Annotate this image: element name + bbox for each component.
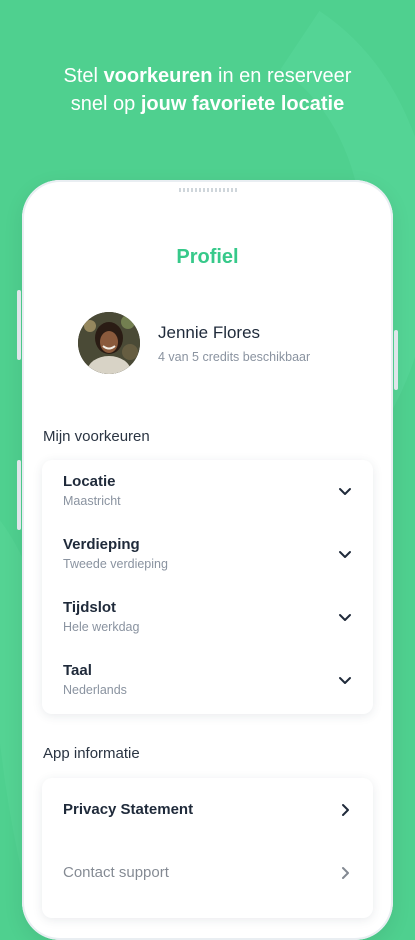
- preference-row-floor[interactable]: Verdieping Tweede verdieping: [42, 523, 373, 585]
- chevron-right-icon: [342, 867, 349, 879]
- preference-row-location[interactable]: Locatie Maastricht: [42, 460, 373, 522]
- promo-headline: Stel voorkeuren in en reserveer snel op …: [63, 65, 352, 115]
- avatar[interactable]: [78, 312, 140, 374]
- row-title: Contact support: [63, 864, 169, 881]
- privacy-statement-row[interactable]: Privacy Statement: [42, 778, 373, 840]
- page-title: Profiel: [176, 246, 239, 268]
- app-info-card: Privacy Statement Contact support: [42, 778, 373, 918]
- row-title: Tijdslot: [63, 599, 117, 616]
- contact-support-row[interactable]: Contact support: [42, 841, 373, 903]
- row-title: Privacy Statement: [63, 801, 194, 818]
- row-value: Hele werkdag: [63, 620, 140, 634]
- row-title: Locatie: [63, 473, 116, 490]
- section-label-preferences: Mijn voorkeuren: [43, 428, 150, 445]
- row-title: Verdieping: [63, 536, 140, 553]
- row-value: Nederlands: [63, 683, 127, 697]
- row-value: Tweede verdieping: [63, 557, 168, 571]
- chevron-down-icon: [339, 614, 351, 621]
- phone-side-button: [17, 460, 21, 530]
- chevron-right-icon: [342, 804, 349, 816]
- credits-status: 4 van 5 credits beschikbaar: [158, 350, 311, 364]
- phone-speaker: [178, 188, 237, 192]
- preference-row-language[interactable]: Taal Nederlands: [42, 649, 373, 711]
- preference-row-timeslot[interactable]: Tijdslot Hele werkdag: [42, 586, 373, 648]
- profile-name: Jennie Flores: [158, 323, 261, 342]
- section-label-app-info: App informatie: [43, 745, 140, 762]
- phone-frame: Profiel Jennie Flores 4 van 5 credits be…: [17, 180, 398, 940]
- chevron-down-icon: [339, 488, 351, 495]
- row-title: Taal: [63, 662, 92, 679]
- phone-side-button: [394, 330, 398, 390]
- preferences-card: Locatie Maastricht Verdieping Tweede ver…: [42, 460, 373, 714]
- avatar-photo: [78, 312, 140, 374]
- row-value: Maastricht: [63, 494, 121, 508]
- phone-side-button: [17, 290, 21, 360]
- chevron-down-icon: [339, 551, 351, 558]
- chevron-down-icon: [339, 677, 351, 684]
